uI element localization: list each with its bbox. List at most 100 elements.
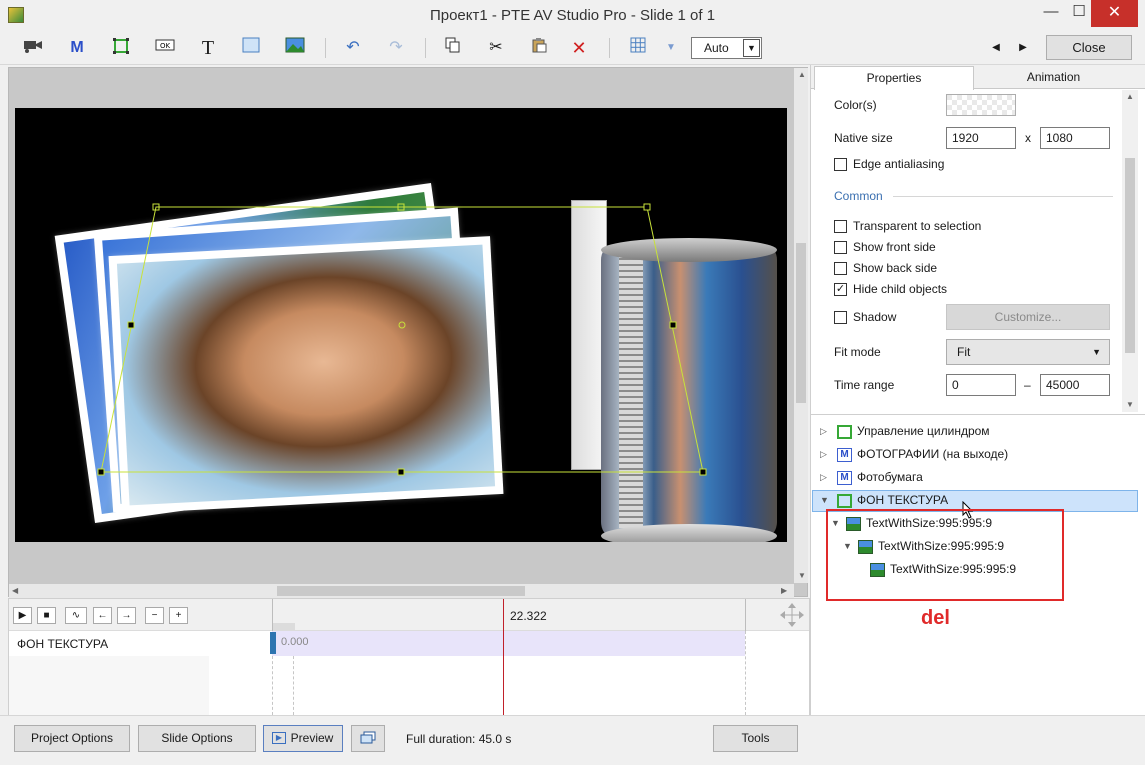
grid-dropdown-icon[interactable]: ▼: [659, 37, 683, 59]
section-common: Common: [834, 189, 883, 203]
scroll-left-icon[interactable]: ◀: [12, 586, 18, 595]
fit-mode-select[interactable]: Fit ▼: [946, 339, 1110, 365]
shadow-checkbox[interactable]: [834, 311, 847, 324]
editor-vertical-scrollbar[interactable]: ▲ ▼: [794, 68, 808, 583]
chevron-down-icon[interactable]: ▼: [820, 489, 832, 511]
native-width-input[interactable]: 1920: [946, 127, 1016, 149]
video-camera-icon[interactable]: [21, 37, 45, 59]
selection-outline[interactable]: [15, 108, 787, 542]
timeline-panel: ▶ ■ ∿ ← → − + 22.322 ФОН ТЕКСТУРА 0.000: [8, 598, 810, 715]
chevron-right-icon[interactable]: ▷: [820, 466, 832, 488]
shadow-label: Shadow: [853, 310, 897, 324]
stop-icon[interactable]: ■: [37, 607, 56, 624]
paste-icon[interactable]: [527, 37, 551, 59]
next-slide-icon[interactable]: ▶: [1011, 37, 1035, 59]
timeline-playhead[interactable]: [503, 599, 504, 715]
show-front-side-checkbox[interactable]: [834, 241, 847, 254]
timeline-track-area[interactable]: 0.000: [209, 599, 809, 715]
window-close-button[interactable]: ✕: [1091, 0, 1138, 27]
undo-icon[interactable]: ↶: [341, 37, 365, 59]
waveform-icon[interactable]: ∿: [65, 607, 87, 624]
transparent-to-selection-checkbox[interactable]: [834, 220, 847, 233]
scroll-down-icon[interactable]: ▼: [1126, 400, 1134, 409]
time-to-input[interactable]: 45000: [1040, 374, 1110, 396]
tab-animation[interactable]: Animation: [976, 66, 1131, 90]
show-back-side-checkbox[interactable]: [834, 262, 847, 275]
tools-button[interactable]: Tools: [713, 725, 798, 752]
hide-child-objects-label: Hide child objects: [853, 282, 948, 296]
tree-item-label: Фотобумага: [857, 470, 923, 484]
timeline-start-time: 0.000: [281, 636, 309, 648]
arrow-left-icon[interactable]: ←: [93, 607, 112, 624]
timeline-marker-time: 22.322: [510, 609, 547, 623]
svg-text:OK: OK: [160, 42, 171, 50]
keyframe-marker[interactable]: [270, 632, 276, 654]
delete-icon[interactable]: ✕: [567, 37, 591, 59]
frame-icon: [837, 424, 852, 439]
minimize-button[interactable]: —: [1036, 0, 1066, 27]
rectangle-icon[interactable]: [239, 37, 263, 59]
slide-options-button[interactable]: Slide Options: [138, 725, 256, 752]
timeline-label-column: ФОН ТЕКСТУРА: [9, 631, 209, 715]
full-duration-text: Full duration: 45.0 s: [406, 732, 512, 746]
scroll-right-icon[interactable]: ▶: [781, 586, 787, 595]
scroll-up-icon[interactable]: ▲: [1126, 92, 1134, 101]
zoom-select[interactable]: Auto ▼: [691, 37, 762, 59]
timeline-header: ▶ ■ ∿ ← → − + 22.322: [9, 599, 809, 631]
tree-item-label: Управление цилиндром: [857, 424, 990, 438]
scroll-thumb[interactable]: [277, 586, 525, 596]
editor-horizontal-scrollbar[interactable]: ◀ ▶: [9, 584, 794, 598]
image-icon[interactable]: [283, 37, 307, 59]
chevron-right-icon[interactable]: ▷: [820, 420, 832, 442]
preview-label: Preview: [290, 731, 334, 745]
annotation-box: [826, 509, 1064, 601]
colors-label: Color(s): [834, 98, 877, 112]
project-options-button[interactable]: Project Options: [14, 725, 130, 752]
scroll-down-icon[interactable]: ▼: [798, 571, 806, 580]
customize-button[interactable]: Customize...: [946, 304, 1110, 330]
zoom-out-icon[interactable]: −: [145, 607, 164, 624]
right-panel: Properties Animation Color(s) Native siz…: [810, 65, 1145, 715]
ok-button-icon[interactable]: OK: [153, 37, 177, 59]
window-title: Проект1 - PTE AV Studio Pro - Slide 1 of…: [429, 7, 716, 24]
scroll-thumb[interactable]: [1125, 158, 1135, 353]
chevron-right-icon[interactable]: ▷: [820, 443, 832, 465]
properties-panel: Color(s) Native size 1920 x 1080 Edge an…: [811, 90, 1121, 410]
main-toolbar: M OK T ↶ ↷ ✂ ✕ ▼ Auto ▼ ◀ ▶ Close: [0, 31, 1145, 65]
frame-icon[interactable]: [109, 37, 133, 59]
prev-slide-icon[interactable]: ◀: [984, 37, 1008, 59]
text-tool-icon[interactable]: T: [196, 37, 220, 59]
preview-button[interactable]: ▶ Preview: [263, 725, 343, 752]
hide-child-objects-checkbox[interactable]: ✓: [834, 283, 847, 296]
redo-icon[interactable]: ↷: [384, 37, 408, 59]
arrow-right-icon[interactable]: →: [117, 607, 136, 624]
move-arrows-icon[interactable]: [779, 602, 805, 628]
copy-icon[interactable]: [441, 37, 465, 59]
color-swatch[interactable]: [946, 94, 1016, 116]
play-icon[interactable]: ▶: [13, 607, 32, 624]
properties-scrollbar[interactable]: ▲ ▼: [1122, 90, 1138, 412]
close-button[interactable]: Close: [1046, 35, 1132, 60]
show-front-side-label: Show front side: [853, 240, 936, 254]
edge-antialiasing-checkbox[interactable]: [834, 158, 847, 171]
slide-canvas[interactable]: [15, 108, 787, 542]
fit-mode-label: Fit mode: [834, 345, 881, 359]
timeline-track-label: ФОН ТЕКСТУРА: [17, 637, 109, 651]
publish-icon-button[interactable]: [351, 725, 385, 752]
preview-icon: ▶: [272, 732, 286, 744]
native-height-input[interactable]: 1080: [1040, 127, 1110, 149]
time-from-input[interactable]: 0: [946, 374, 1016, 396]
title-bar: Проект1 - PTE AV Studio Pro - Slide 1 of…: [0, 0, 1145, 31]
zoom-in-icon[interactable]: +: [169, 607, 188, 624]
maximize-button[interactable]: ☐: [1064, 0, 1094, 27]
scroll-up-icon[interactable]: ▲: [798, 70, 806, 79]
fit-mode-value: Fit: [957, 345, 971, 359]
mask-m-icon[interactable]: M: [65, 37, 89, 59]
tab-properties[interactable]: Properties: [814, 66, 974, 90]
grid-icon[interactable]: [626, 37, 650, 59]
zoom-value: Auto: [704, 41, 729, 55]
native-size-label: Native size: [834, 131, 893, 145]
cut-icon[interactable]: ✂: [484, 37, 508, 59]
scroll-thumb[interactable]: [796, 243, 806, 403]
timeline-object-bar[interactable]: [272, 631, 745, 656]
